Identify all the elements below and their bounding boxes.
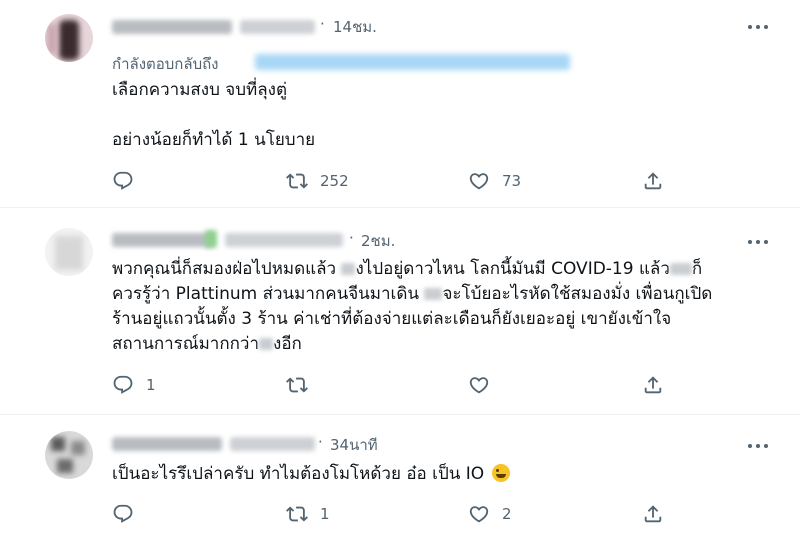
share-button[interactable] [642,374,664,396]
share-icon [644,376,662,394]
avatar[interactable] [45,228,93,276]
timestamp[interactable]: 34นาที [330,433,378,457]
author-name[interactable] [112,233,212,247]
like-icon [469,173,489,190]
timestamp[interactable]: 2ชม. [361,229,395,253]
author-name[interactable] [112,20,232,34]
avatar[interactable] [45,431,93,479]
timestamp[interactable]: 14ชม. [333,15,377,39]
separator-dot: · [318,433,323,451]
like-icon [469,377,489,394]
tweet-2[interactable]: · 2ชม. พวกคุณนี่ก็สมองฝ่อไปหมดแล้ว งไปอย… [0,208,800,413]
reply-icon [113,504,133,523]
reply-button[interactable] [112,503,146,525]
like-count: 2 [502,505,512,523]
censored-word [259,338,274,350]
retweet-count: 1 [320,505,330,523]
author-name[interactable] [112,437,222,451]
retweet-icon [286,173,308,189]
retweet-icon [286,377,308,393]
like-button[interactable]: 2 [468,503,512,525]
avatar[interactable] [45,14,93,62]
tweet-text: เลือกความสงบ จบที่ลุงตู่ อย่างน้อยก็ทำได… [112,80,316,150]
tweet-text: พวกคุณนี่ก็สมองฝ่อไปหมดแล้ว งไปอยู่ดาวไห… [112,259,713,354]
retweet-button[interactable]: 1 [286,503,330,525]
author-handle[interactable] [230,437,315,451]
tweet-3[interactable]: · 34นาที เป็นอะไรรึเปล่าครับ ทำไมต้องโมโ… [0,415,800,533]
reply-count: 1 [146,376,156,394]
more-icon[interactable] [748,20,768,34]
verified-mark [205,230,217,248]
more-icon[interactable] [748,439,768,453]
rolling-on-floor-laughing-emoji [491,464,510,482]
separator-dot: · [320,15,325,33]
retweet-icon [286,506,308,522]
replying-to-label: กำลังตอบกลับถึง [112,55,219,73]
like-button[interactable] [468,374,502,396]
share-button[interactable] [642,503,664,525]
like-count: 73 [502,172,522,190]
more-icon[interactable] [748,235,768,249]
reply-button[interactable] [112,170,146,192]
retweet-button[interactable]: 252 [286,170,349,192]
share-button[interactable] [642,170,664,192]
reply-icon [113,171,133,190]
censored-word [424,288,443,300]
reply-button[interactable]: 1 [112,374,156,396]
tweet-1[interactable]: · 14ชม. กำลังตอบกลับถึง เลือกความสงบ จบท… [0,0,800,207]
replying-to-link[interactable] [255,54,570,70]
share-icon [644,172,662,190]
author-handle[interactable] [240,20,315,34]
retweet-button[interactable] [286,374,320,396]
censored-word [341,263,356,275]
author-handle[interactable] [225,233,343,247]
tweet-text: เป็นอะไรรึเปล่าครับ ทำไมต้องโมโหด้วย อ๋อ… [112,462,772,487]
retweet-count: 252 [320,172,349,190]
like-icon [469,506,489,523]
separator-dot: · [349,229,354,247]
share-icon [644,505,662,523]
reply-icon [113,375,133,394]
censored-word [669,263,692,275]
like-button[interactable]: 73 [468,170,521,192]
